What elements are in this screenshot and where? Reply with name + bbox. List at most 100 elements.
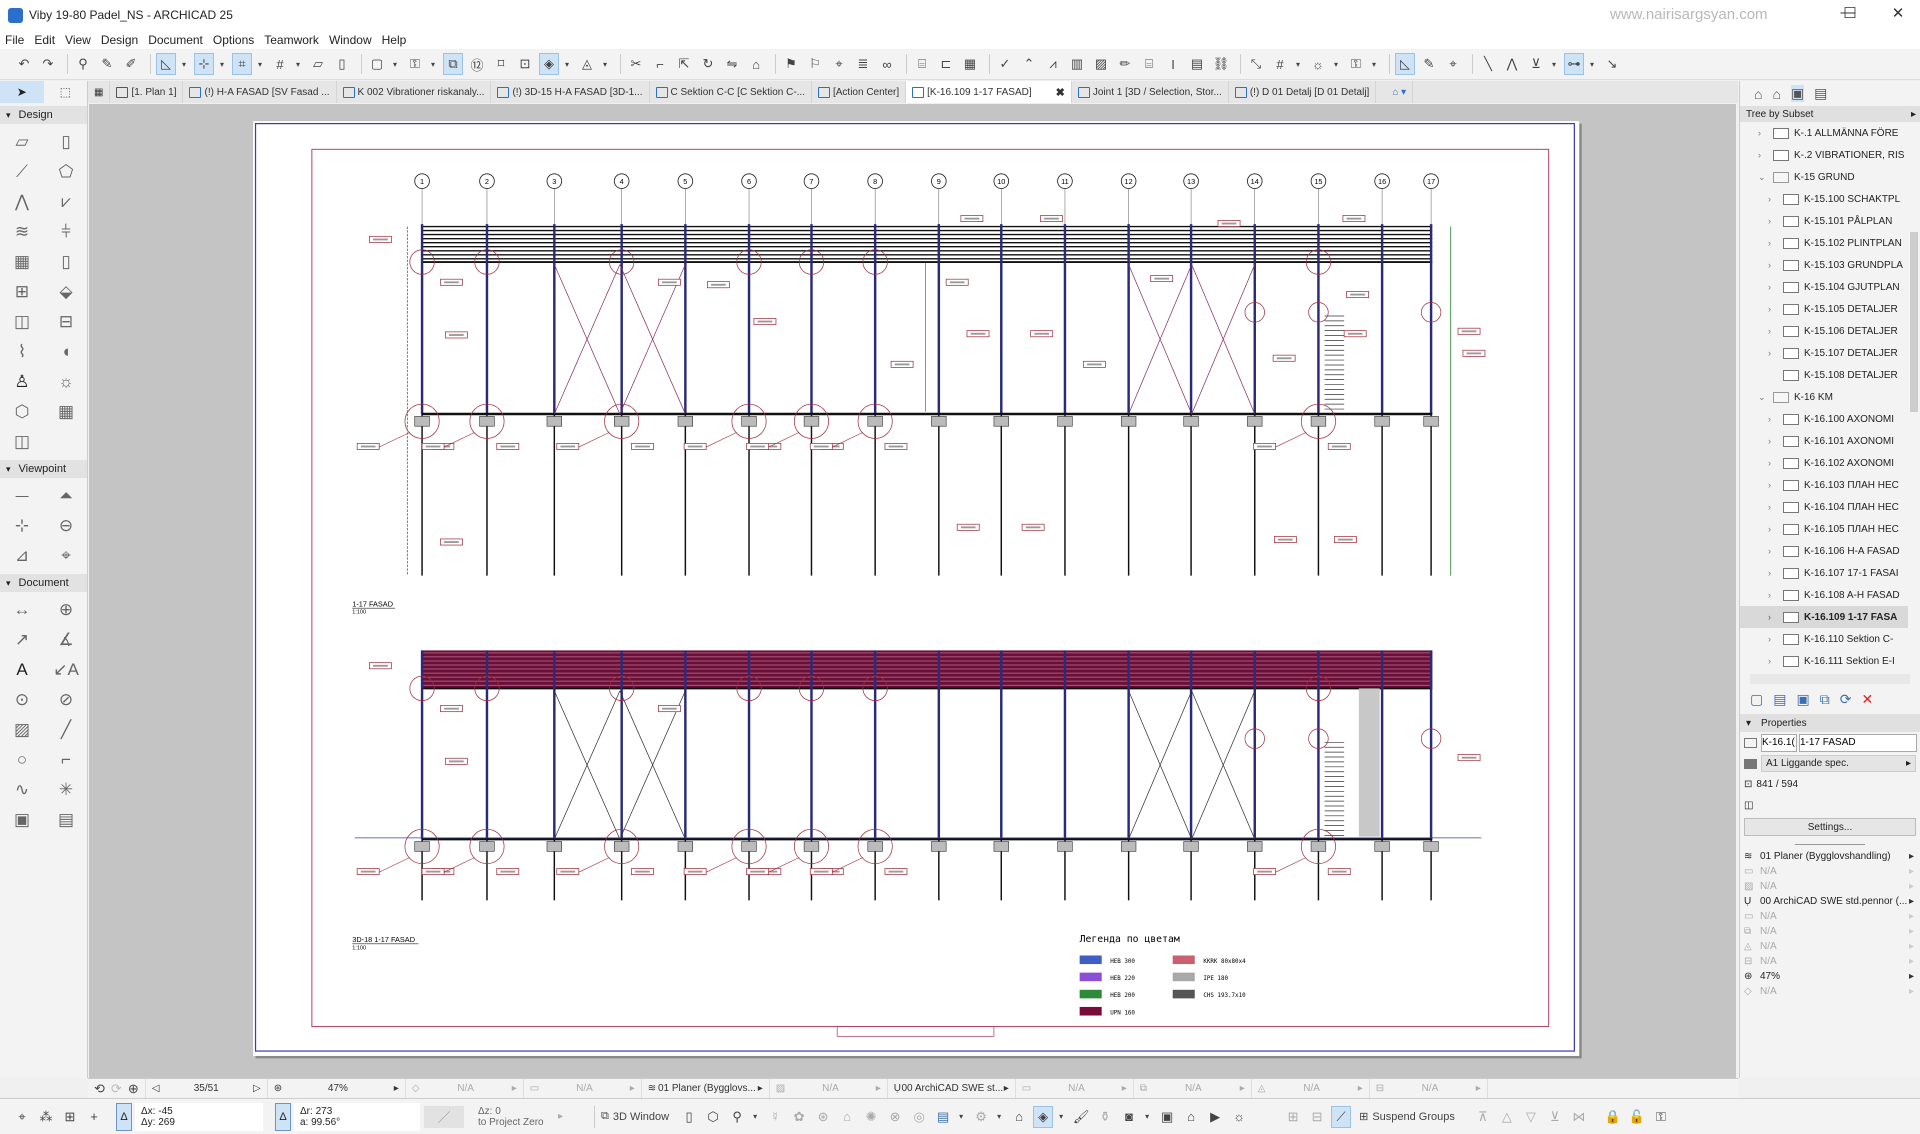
status-field-pen[interactable]: Ụ 00 ArchiCAD SWE st... ▸ bbox=[888, 1078, 1016, 1099]
update-icon[interactable]: ⟳ bbox=[1840, 691, 1852, 708]
property-row-scale[interactable]: ▭ N/A ▸ bbox=[1740, 864, 1920, 879]
mirror-icon[interactable]: ⇋ bbox=[722, 53, 742, 75]
tab-5[interactable]: [Action Center] bbox=[812, 81, 907, 103]
layout-tree-item[interactable]: › K-16.101 AXONOMI bbox=[1740, 430, 1908, 452]
marquee-tool-icon[interactable]: ⬚ bbox=[44, 81, 88, 103]
flag-icon[interactable]: ⚑ bbox=[781, 53, 801, 75]
chevron-down-icon[interactable]: ⌄ bbox=[1758, 392, 1768, 403]
lock-group-icon[interactable]: ⚿ bbox=[1651, 1106, 1671, 1128]
marker-icon[interactable]: ⚐ bbox=[805, 53, 825, 75]
previous-page-icon[interactable]: ◁ bbox=[152, 1083, 160, 1094]
section-3d-icon[interactable]: ◎ bbox=[909, 1106, 929, 1128]
undo-icon[interactable]: ↶ bbox=[14, 53, 34, 75]
layout-name-input[interactable] bbox=[1799, 733, 1917, 752]
view-map-icon[interactable]: ⌂ bbox=[1772, 86, 1780, 102]
zoom-forward-icon[interactable]: ⟳ bbox=[111, 1081, 122, 1097]
status-field-design-options[interactable]: ◬ N/A ▸ bbox=[1252, 1078, 1370, 1099]
cutting-plane-icon[interactable]: ⊛ bbox=[813, 1106, 833, 1128]
tab-1[interactable]: (!) H-A FASAD [SV Fasad ... bbox=[183, 81, 337, 103]
photo-icon[interactable]: ▣ bbox=[1157, 1106, 1177, 1128]
group-icon[interactable]: ⊡ bbox=[515, 53, 535, 75]
layout-tree-item[interactable]: K-15.108 DETALJER bbox=[1740, 364, 1908, 386]
dropdown-arrow-icon[interactable]: ▾ bbox=[180, 53, 188, 75]
tab-8[interactable]: (!) D 01 Detalj [D 01 Detalj] bbox=[1229, 81, 1377, 103]
chevron-right-icon[interactable]: › bbox=[1768, 590, 1778, 600]
sun-icon[interactable]: ☼ bbox=[1308, 53, 1328, 75]
chevron-right-icon[interactable]: › bbox=[1768, 458, 1778, 468]
layout-tree-item[interactable]: › K-15.101 PÅLPLAN bbox=[1740, 210, 1908, 232]
roof-tool-icon[interactable]: ⋀ bbox=[0, 187, 44, 217]
tree-scrollbar[interactable] bbox=[1910, 232, 1918, 412]
maximize-button[interactable]: ☐ bbox=[1830, 4, 1870, 22]
arrow-tool-icon[interactable]: ➤ bbox=[0, 81, 44, 103]
chevron-right-icon[interactable]: › bbox=[1768, 436, 1778, 446]
filter-icon[interactable]: ⊗ bbox=[885, 1106, 905, 1128]
status-field-renovation[interactable]: ⧉ N/A ▸ bbox=[1134, 1078, 1252, 1099]
layout-tree-item[interactable]: › K-16.102 AXONOMI bbox=[1740, 452, 1908, 474]
camera-icon[interactable]: ◙ bbox=[1119, 1106, 1139, 1128]
menu-design[interactable]: Design bbox=[101, 33, 138, 47]
circle-triangle-icon[interactable]: ◬ bbox=[577, 53, 597, 75]
chevron-right-icon[interactable]: › bbox=[1768, 634, 1778, 644]
layout-tree-item[interactable]: › K-16.108 A-H FASAD bbox=[1740, 584, 1908, 606]
figure-tool-icon[interactable]: ▣ bbox=[0, 805, 44, 835]
menu-file[interactable]: File bbox=[5, 33, 24, 47]
property-row-structure[interactable]: ▨ N/A ▸ bbox=[1740, 879, 1920, 894]
layout-tree-item[interactable]: › K-16.105 ПЛАН НЕС bbox=[1740, 518, 1908, 540]
layout-tree-item[interactable]: › K-15.106 DETALJER bbox=[1740, 320, 1908, 342]
dropdown-arrow-icon[interactable]: ▾ bbox=[1550, 53, 1558, 75]
close-window-button[interactable]: ✕ bbox=[1878, 4, 1918, 22]
syringe-icon[interactable]: ✐ bbox=[121, 53, 141, 75]
stair-tool-icon[interactable]: ≋ bbox=[0, 217, 44, 247]
chevron-right-icon[interactable]: › bbox=[1768, 568, 1778, 578]
label-tool-icon[interactable]: ↙A bbox=[44, 655, 88, 685]
level-dimension-tool-icon[interactable]: ⊕ bbox=[44, 595, 88, 625]
layout-tree-item[interactable]: › K-16.104 ПЛАН НЕС bbox=[1740, 496, 1908, 518]
zoom-value[interactable]: 47% bbox=[328, 1083, 348, 1094]
dimension-12-icon[interactable]: ⑫ bbox=[467, 53, 487, 75]
group-icon[interactable]: ⊞ bbox=[1283, 1106, 1303, 1128]
beam-icon[interactable]: I bbox=[1163, 53, 1183, 75]
line-c-icon[interactable]: ⊻ bbox=[1526, 53, 1546, 75]
dropdown-arrow-icon[interactable]: ▾ bbox=[1294, 53, 1302, 75]
measure-icon[interactable]: ◺ bbox=[1395, 53, 1415, 75]
corner-window-tool-icon[interactable]: ◫ bbox=[0, 307, 44, 337]
morph-tool-icon[interactable]: ◖ bbox=[44, 337, 88, 367]
layout-tree-item[interactable]: › K-15.105 DETALJER bbox=[1740, 298, 1908, 320]
chevron-right-icon[interactable]: › bbox=[1768, 260, 1778, 270]
filter-elements-icon[interactable]: ⌂ bbox=[1009, 1106, 1029, 1128]
layout-tree-item[interactable]: › K-16.106 H-A FASAD bbox=[1740, 540, 1908, 562]
drawing-tool-icon[interactable]: ▤ bbox=[44, 805, 88, 835]
chevron-right-icon[interactable]: › bbox=[1758, 150, 1768, 160]
chevron-right-icon[interactable]: › bbox=[1768, 524, 1778, 534]
worksheet-tool-icon[interactable]: ⊖ bbox=[44, 511, 88, 541]
layout-tree-item[interactable]: › K-.2 VIBRATIONER, RIS bbox=[1740, 144, 1908, 166]
chevron-right-icon[interactable]: › bbox=[1768, 656, 1778, 666]
property-row-renovation[interactable]: ⧉ N/A ▸ bbox=[1740, 924, 1920, 939]
tab-2[interactable]: K 002 Vibrationer riskanaly... bbox=[337, 81, 492, 103]
plane-icon[interactable]: ▱ bbox=[308, 53, 328, 75]
hotspot-tool-icon[interactable]: ✳ bbox=[44, 775, 88, 805]
dropdown-arrow-icon[interactable]: ▾ bbox=[391, 53, 399, 75]
menu-teamwork[interactable]: Teamwork bbox=[264, 33, 319, 47]
orbit-icon[interactable]: ⚲ bbox=[727, 1106, 747, 1128]
status-field-model-view[interactable]: ▭ N/A ▸ bbox=[1016, 1078, 1134, 1099]
menu-edit[interactable]: Edit bbox=[34, 33, 55, 47]
grid-snap-icon[interactable]: ⊞ bbox=[60, 1106, 80, 1128]
roof-icon[interactable]: ⌃ bbox=[1019, 53, 1039, 75]
publisher-icon[interactable]: ▤ bbox=[1814, 85, 1827, 102]
menu-options[interactable]: Options bbox=[213, 33, 254, 47]
radial-dimension-tool-icon[interactable]: ↗ bbox=[0, 625, 44, 655]
dropdown-arrow-icon[interactable]: ▾ bbox=[294, 53, 302, 75]
slope-icon[interactable]: ⩘ bbox=[1043, 53, 1063, 75]
join-icon[interactable]: ⌐ bbox=[650, 53, 670, 75]
send-back-icon[interactable]: ⊻ bbox=[1545, 1106, 1565, 1128]
table-icon[interactable]: ▤ bbox=[1187, 53, 1207, 75]
chevron-right-icon[interactable]: › bbox=[1768, 348, 1778, 358]
project-map-icon[interactable]: ⌂ bbox=[1754, 86, 1762, 102]
polar-coords-icon[interactable]: Δ bbox=[275, 1102, 291, 1131]
layout-tree-item[interactable]: › K-.1 ALLMÄNNA FÖRE bbox=[1740, 122, 1908, 144]
render-icon[interactable]: ⌂ bbox=[1181, 1106, 1201, 1128]
menu-window[interactable]: Window bbox=[329, 33, 372, 47]
chevron-right-icon[interactable]: › bbox=[1768, 194, 1778, 204]
